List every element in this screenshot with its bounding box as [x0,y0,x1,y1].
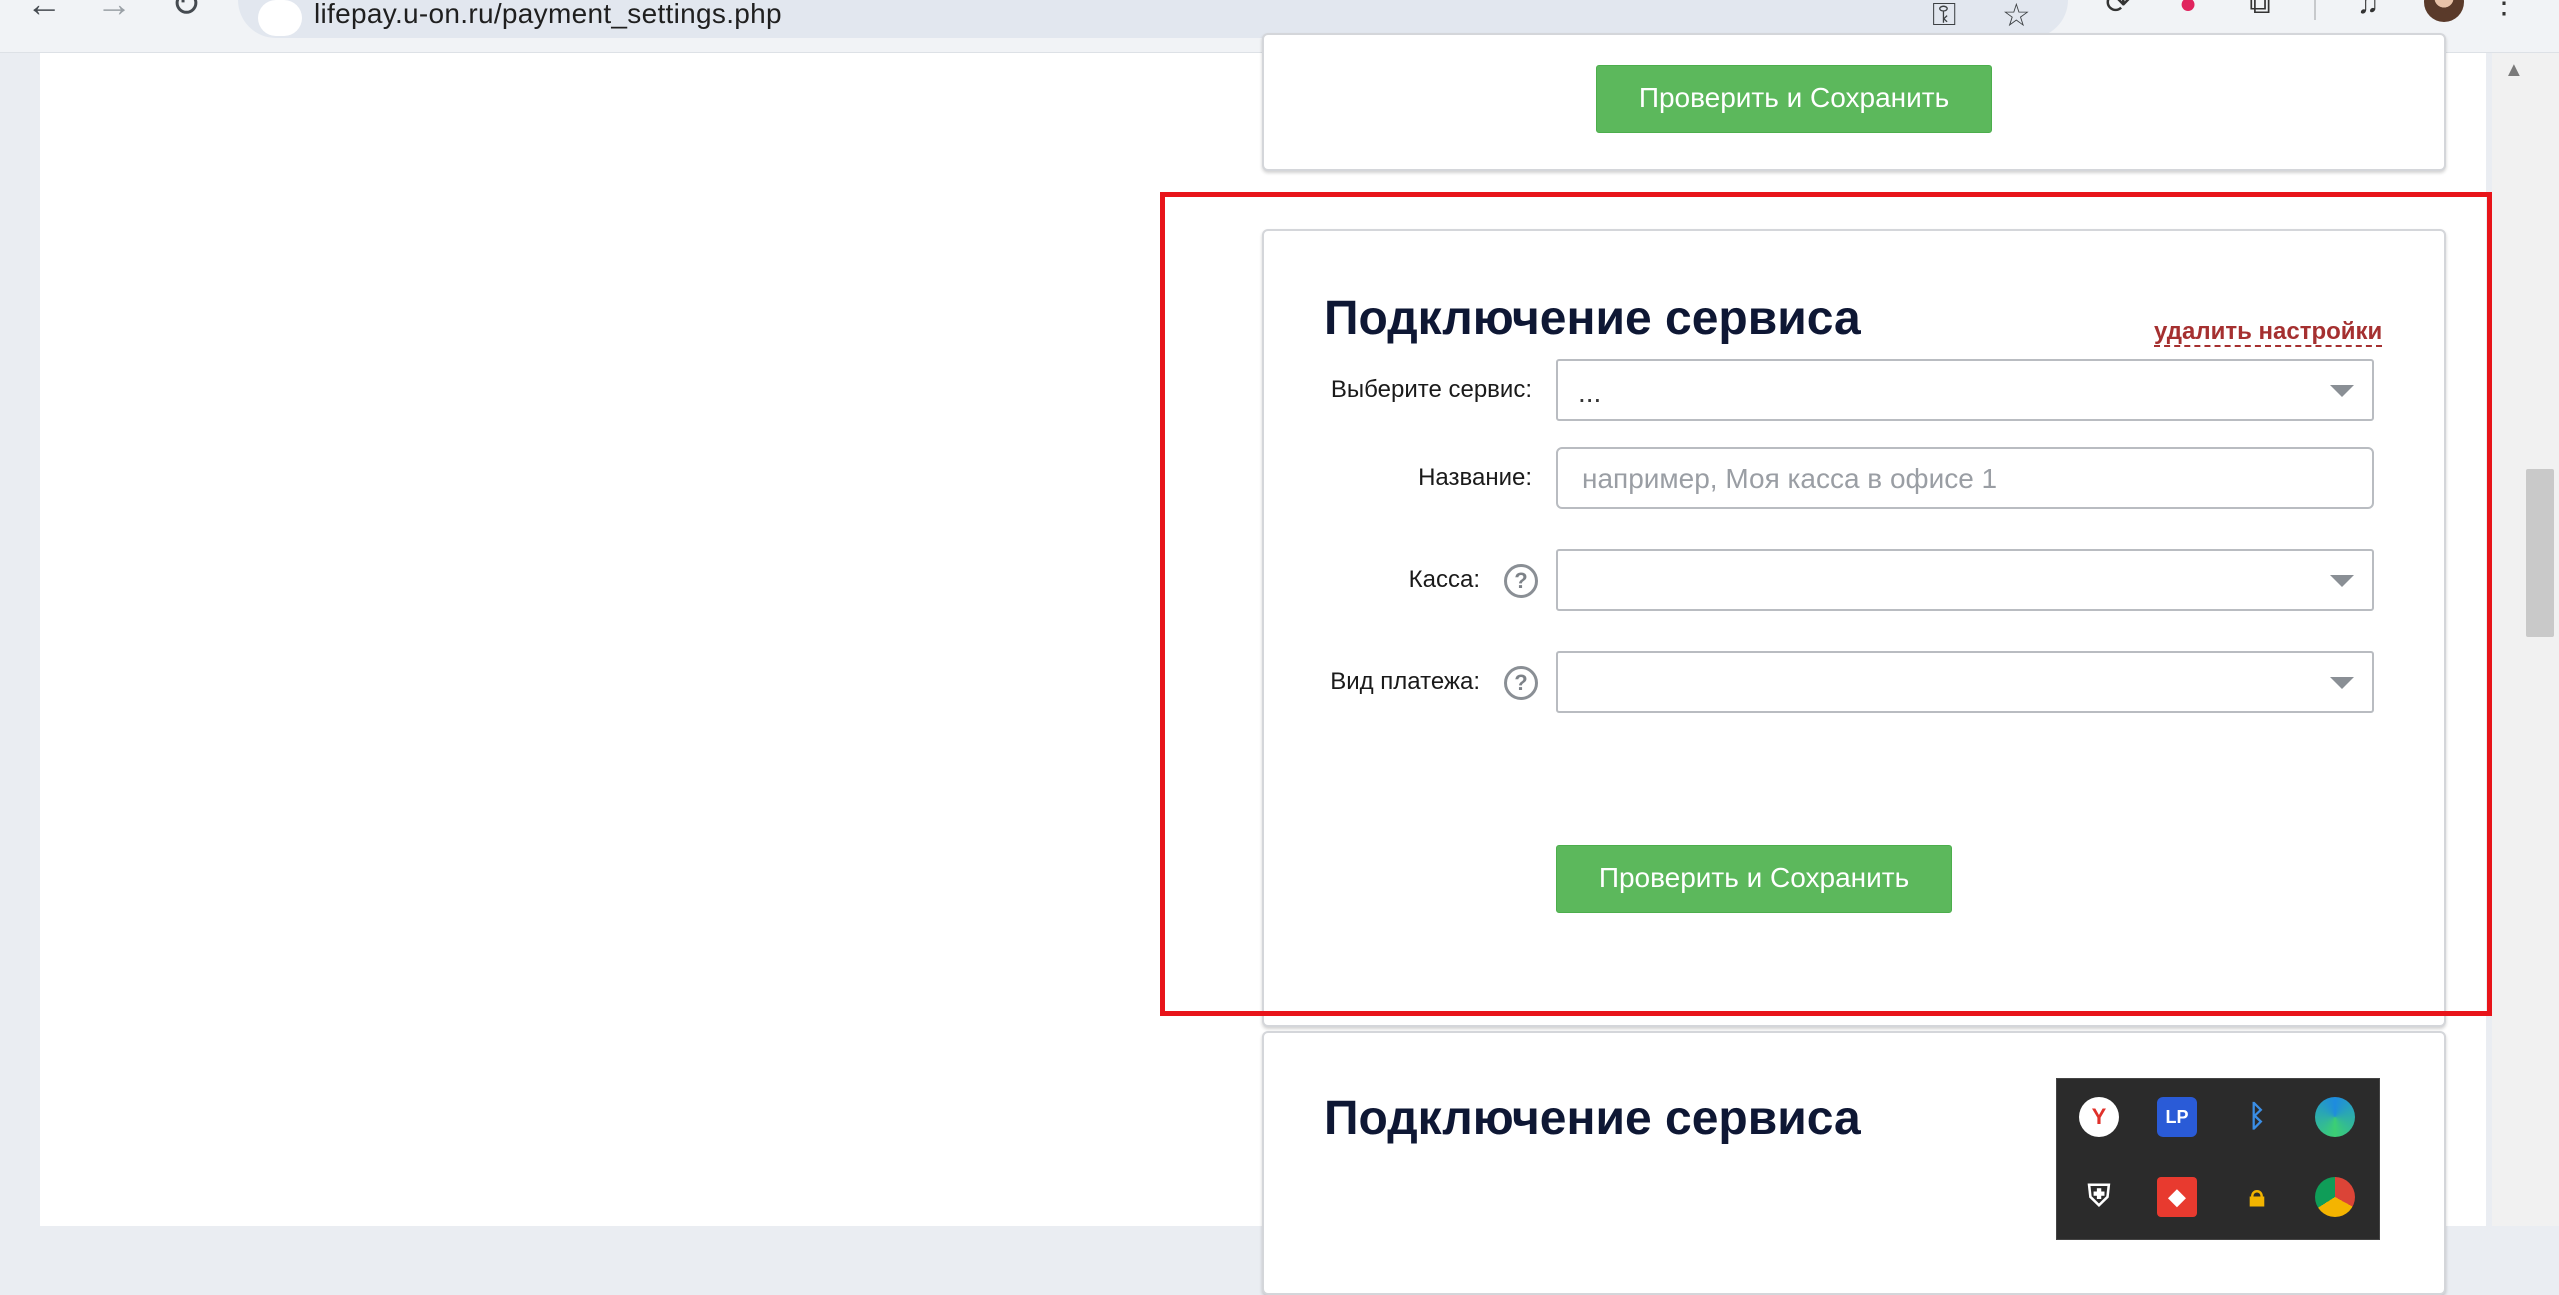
back-icon[interactable]: ← [22,0,66,26]
anydesk-icon[interactable]: ◆ [2157,1177,2197,1217]
scroll-thumb[interactable] [2526,469,2554,637]
top-service-card: Проверить и Сохранить [1262,33,2446,171]
site-info-icon[interactable] [258,0,302,36]
password-key-icon[interactable]: ⚿ [1932,0,1956,34]
bookmark-star-icon[interactable]: ☆ [2002,0,2031,34]
sync-extension-icon[interactable]: ⟳ [2098,0,2138,24]
page-scrollbar[interactable]: ▲ [2492,53,2559,1226]
red-extension-icon[interactable]: ● [2168,0,2208,24]
yandex-browser-icon[interactable]: Y [2079,1097,2119,1137]
system-tray-popup: Y LP ᛒ ⛨ ◆ 🔒︎ [2056,1078,2380,1240]
next-card-title: Подключение сервиса [1324,1092,1861,1145]
edge-browser-icon[interactable] [2315,1097,2355,1137]
url-text: lifepay.u-on.ru/payment_settings.php [314,0,782,29]
forward-icon[interactable]: → [92,0,136,26]
verify-save-button-top[interactable]: Проверить и Сохранить [1596,65,1992,133]
chrome-browser-icon[interactable] [2315,1177,2355,1217]
scroll-up-icon[interactable]: ▲ [2504,59,2524,82]
highlight-frame [1160,192,2492,1016]
media-control-icon[interactable]: ♫ [2348,0,2388,24]
bluetooth-icon[interactable]: ᛒ [2237,1097,2277,1137]
lock-icon[interactable]: 🔒︎ [2237,1177,2277,1217]
toolbar-separator [2314,0,2316,20]
extensions-puzzle-icon[interactable]: ⧉ [2240,0,2280,24]
menu-icon[interactable]: ⋮ [2484,0,2524,24]
reload-icon[interactable]: ↻ [164,0,208,26]
security-shield-icon[interactable]: ⛨ [2079,1177,2119,1217]
lifepay-icon[interactable]: LP [2157,1097,2197,1137]
profile-avatar[interactable] [2424,0,2464,22]
